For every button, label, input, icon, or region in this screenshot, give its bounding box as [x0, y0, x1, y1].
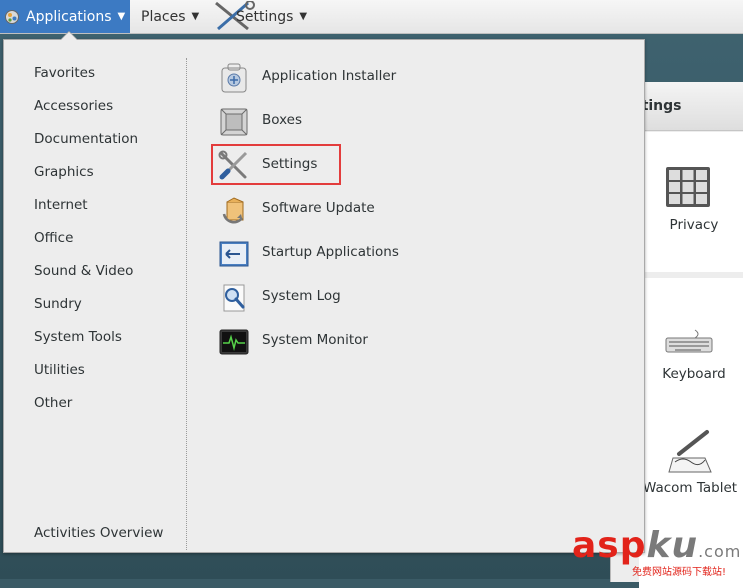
- category-utilities[interactable]: Utilities: [34, 362, 85, 378]
- app-system-log[interactable]: System Log: [214, 280, 514, 316]
- top-panel: Applications ▼ Places ▼ Settings ▼: [0, 0, 743, 34]
- category-accessories[interactable]: Accessories: [34, 98, 113, 114]
- category-internet[interactable]: Internet: [34, 197, 88, 213]
- boxes-icon: [220, 108, 248, 136]
- applications-icon: [5, 9, 19, 24]
- watermark-logo: aspku.com: [572, 525, 741, 566]
- applications-menu: Favorites Accessories Documentation Grap…: [3, 31, 645, 553]
- places-label: Places: [141, 8, 186, 25]
- app-boxes[interactable]: Boxes: [214, 104, 514, 140]
- settings-window-menu-button[interactable]: Settings ▼: [214, 0, 307, 33]
- keyboard-panel[interactable]: Keyboard: [639, 278, 743, 428]
- wacom-tablet-label: Wacom Tablet: [642, 480, 738, 496]
- category-other[interactable]: Other: [34, 395, 72, 411]
- category-documentation[interactable]: Documentation: [34, 131, 138, 147]
- app-label: System Monitor: [262, 332, 368, 348]
- app-label: Startup Applications: [262, 244, 399, 260]
- privacy-panel[interactable]: Privacy: [639, 132, 743, 272]
- privacy-label: Privacy: [669, 217, 719, 233]
- watermark-brand-a: asp: [572, 525, 647, 566]
- watermark-subtitle: 免费网站源码下载站!: [632, 567, 727, 578]
- menu-divider: [186, 58, 187, 550]
- app-application-installer[interactable]: Application Installer: [214, 60, 514, 96]
- category-graphics[interactable]: Graphics: [34, 164, 94, 180]
- app-software-update[interactable]: Software Update: [214, 192, 514, 228]
- wacom-tablet-icon: [668, 430, 712, 473]
- chevron-down-icon: ▼: [299, 11, 308, 22]
- app-label: System Log: [262, 288, 341, 304]
- keyboard-label: Keyboard: [662, 366, 726, 382]
- app-label: Boxes: [262, 112, 303, 128]
- app-startup-applications[interactable]: Startup Applications: [214, 236, 514, 272]
- activities-overview[interactable]: Activities Overview: [34, 525, 163, 541]
- package-installer-icon: [221, 63, 247, 93]
- chevron-down-icon: ▼: [191, 11, 200, 22]
- category-sound-video[interactable]: Sound & Video: [34, 263, 133, 279]
- category-sundry[interactable]: Sundry: [34, 296, 82, 312]
- app-label: Application Installer: [262, 68, 397, 84]
- applications-menu-button[interactable]: Applications ▼: [0, 0, 130, 33]
- chevron-down-icon: ▼: [117, 11, 126, 22]
- app-label: Software Update: [262, 200, 375, 216]
- startup-applications-icon: [219, 241, 249, 267]
- app-system-monitor[interactable]: System Monitor: [214, 324, 514, 360]
- category-office[interactable]: Office: [34, 230, 73, 246]
- watermark-suffix: .com: [698, 542, 742, 561]
- category-favorites[interactable]: Favorites: [34, 65, 95, 81]
- highlight-box: [211, 144, 341, 185]
- system-log-icon: [223, 284, 245, 312]
- category-system-tools[interactable]: System Tools: [34, 329, 122, 345]
- privacy-icon: [666, 167, 710, 207]
- menu-pointer: [60, 31, 78, 40]
- places-menu-button[interactable]: Places ▼: [141, 0, 199, 33]
- applications-label: Applications: [26, 8, 112, 25]
- keyboard-icon: [665, 329, 713, 353]
- software-update-icon: [222, 197, 244, 224]
- system-monitor-icon: [219, 329, 249, 355]
- watermark-brand-b: ku: [646, 525, 699, 566]
- settings-window-label: Settings: [236, 8, 294, 25]
